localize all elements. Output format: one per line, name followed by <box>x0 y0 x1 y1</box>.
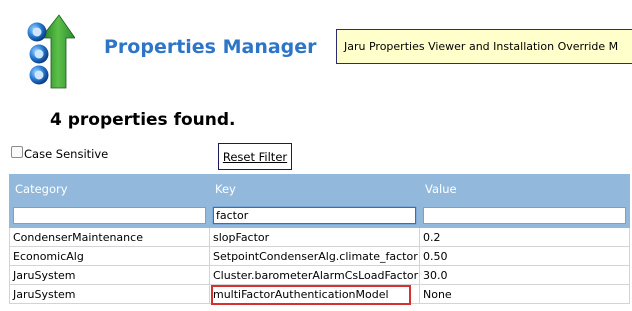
app-title: Properties Manager <box>104 36 317 58</box>
stacked-gears-up-arrow-icon <box>27 14 75 89</box>
table-row[interactable]: EconomicAlg SetpointCondenserAlg.climate… <box>9 246 630 266</box>
column-header-value[interactable]: Value <box>419 174 630 203</box>
result-count-heading: 4 properties found. <box>50 110 236 130</box>
case-sensitive-checkbox-label[interactable]: Case Sensitive <box>11 146 108 161</box>
properties-table: Category Key Value CondenserMaintenance … <box>9 174 630 304</box>
row-value: 30.0 <box>419 265 630 285</box>
case-sensitive-label: Case Sensitive <box>24 147 109 161</box>
row-value: 0.2 <box>419 227 630 247</box>
row-key: slopFactor <box>209 227 420 247</box>
row-category: JaruSystem <box>9 284 210 304</box>
table-filter-row <box>9 202 630 228</box>
table-row[interactable]: JaruSystem Cluster.barometerAlarmCsLoadF… <box>9 265 630 285</box>
category-filter-input[interactable] <box>13 206 206 224</box>
table-row[interactable]: CondenserMaintenance slopFactor 0.2 <box>9 227 630 247</box>
value-filter-input[interactable] <box>423 206 626 224</box>
table-header-row: Category Key Value <box>9 174 630 203</box>
row-value: None <box>419 284 630 304</box>
column-header-key[interactable]: Key <box>209 174 420 203</box>
row-category: CondenserMaintenance <box>9 227 210 247</box>
app-banner: Jaru Properties Viewer and Installation … <box>336 29 632 64</box>
row-value: 0.50 <box>419 246 630 266</box>
row-key: SetpointCondenserAlg.climate_factor <box>209 246 420 266</box>
row-key: multiFactorAuthenticationModel <box>209 284 420 304</box>
key-filter-input[interactable] <box>213 206 416 224</box>
row-key: Cluster.barometerAlarmCsLoadFactor <box>209 265 420 285</box>
row-category: EconomicAlg <box>9 246 210 266</box>
reset-filter-button[interactable]: Reset Filter <box>218 143 292 170</box>
column-header-category[interactable]: Category <box>9 174 210 203</box>
row-category: JaruSystem <box>9 265 210 285</box>
table-row[interactable]: JaruSystem multiFactorAuthenticationMode… <box>9 284 630 304</box>
case-sensitive-checkbox[interactable] <box>11 146 23 158</box>
